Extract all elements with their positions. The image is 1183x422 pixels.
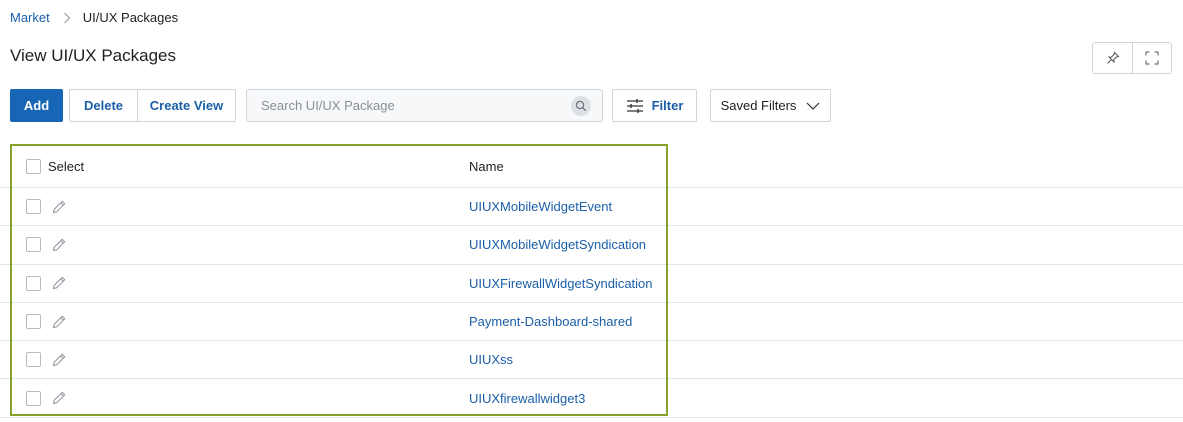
pencil-icon[interactable] — [51, 275, 67, 291]
pencil-icon[interactable] — [51, 352, 67, 368]
action-button-group: Delete Create View — [69, 89, 236, 122]
package-name-link[interactable]: UIUXFirewallWidgetSyndication — [469, 265, 653, 302]
search-input[interactable] — [261, 98, 561, 113]
row-select-cell — [26, 188, 67, 225]
row-select-cell — [26, 379, 67, 416]
row-select-cell — [26, 341, 67, 378]
pencil-icon[interactable] — [51, 390, 67, 406]
breadcrumb: Market UI/UX Packages — [10, 10, 178, 25]
filter-button[interactable]: Filter — [612, 89, 697, 122]
delete-button[interactable]: Delete — [70, 90, 137, 121]
package-name-link[interactable]: UIUXss — [469, 341, 513, 378]
view-actions — [1092, 42, 1172, 74]
table-row: UIUXMobileWidgetSyndication — [0, 226, 1183, 265]
row-checkbox[interactable] — [26, 314, 41, 330]
pencil-icon[interactable] — [51, 199, 67, 215]
table-row: UIUXss — [0, 341, 1183, 380]
table-header-row: Select Name — [0, 145, 1183, 188]
search-box — [246, 89, 603, 122]
saved-filters-dropdown[interactable]: Saved Filters — [710, 89, 831, 122]
search-icon[interactable] — [571, 96, 591, 116]
fullscreen-icon[interactable] — [1132, 43, 1171, 73]
chevron-right-icon — [63, 12, 71, 24]
pencil-icon[interactable] — [51, 314, 67, 330]
saved-filters-label: Saved Filters — [720, 98, 797, 113]
table-row: UIUXFirewallWidgetSyndication — [0, 265, 1183, 303]
select-column-header: Select — [26, 145, 84, 187]
name-column-header[interactable]: Name — [469, 145, 504, 187]
row-checkbox[interactable] — [26, 352, 41, 368]
package-name-link[interactable]: UIUXMobileWidgetEvent — [469, 188, 612, 225]
table-row: UIUXfirewallwidget3 — [0, 379, 1183, 418]
packages-table: Select Name UIUXMobileWidgetEvent UIUXMo… — [0, 145, 1183, 418]
row-checkbox[interactable] — [26, 237, 41, 253]
select-column-label: Select — [48, 158, 85, 174]
package-name-link[interactable]: UIUXfirewallwidget3 — [469, 379, 585, 416]
page-title: View UI/UX Packages — [10, 46, 176, 65]
breadcrumb-current: UI/UX Packages — [82, 10, 179, 25]
package-name-link[interactable]: UIUXMobileWidgetSyndication — [469, 226, 646, 263]
table-row: Payment-Dashboard-shared — [0, 303, 1183, 342]
row-select-cell — [26, 265, 67, 302]
chevron-down-icon — [806, 102, 820, 110]
pin-icon[interactable] — [1093, 43, 1132, 73]
pencil-icon[interactable] — [51, 237, 67, 253]
filter-button-label: Filter — [651, 98, 684, 113]
row-select-cell — [26, 226, 67, 263]
row-checkbox[interactable] — [26, 199, 41, 215]
row-checkbox[interactable] — [26, 390, 41, 406]
row-checkbox[interactable] — [26, 275, 41, 291]
package-name-link[interactable]: Payment-Dashboard-shared — [469, 303, 632, 340]
breadcrumb-link-market[interactable]: Market — [10, 10, 50, 25]
add-button[interactable]: Add — [10, 89, 63, 122]
select-all-checkbox[interactable] — [26, 158, 41, 174]
create-view-button[interactable]: Create View — [137, 90, 235, 121]
table-row: UIUXMobileWidgetEvent — [0, 188, 1183, 227]
sliders-icon — [626, 98, 644, 114]
row-select-cell — [26, 303, 67, 340]
